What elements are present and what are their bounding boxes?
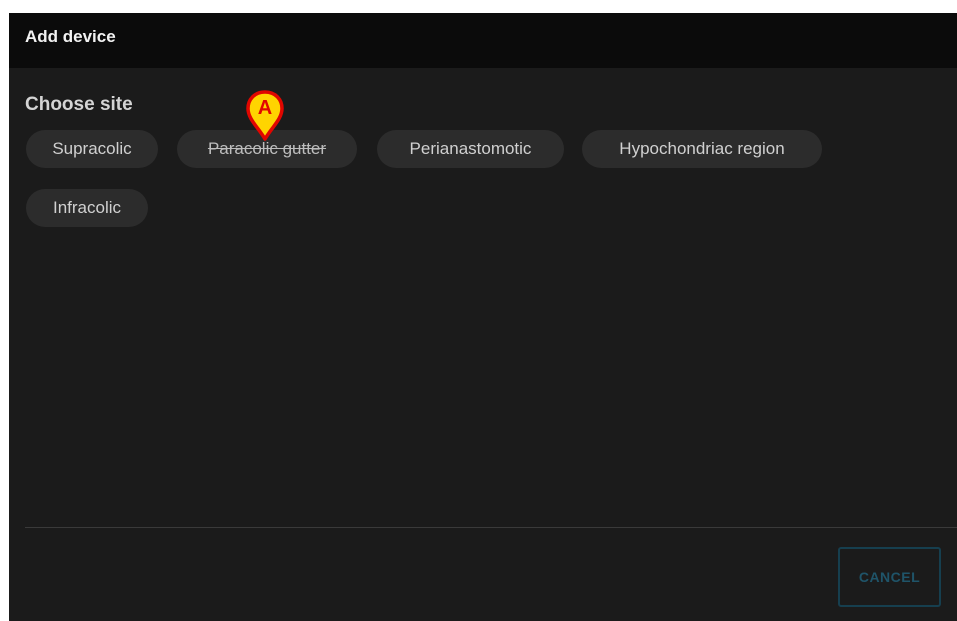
dialog-title: Add device: [25, 27, 116, 46]
site-chip-supracolic[interactable]: Supracolic: [26, 130, 158, 168]
choose-site-heading: Choose site: [25, 94, 133, 115]
map-pin-icon: A: [246, 90, 284, 141]
marker-label: A: [258, 97, 272, 119]
dialog-header: Add device: [9, 13, 957, 68]
site-chip-hypochondriac-region[interactable]: Hypochondriac region: [582, 130, 822, 168]
add-device-dialog: Add device Choose site Supracolic Paraco…: [9, 13, 957, 621]
cancel-button[interactable]: CANCEL: [838, 547, 941, 607]
footer-divider: [25, 527, 957, 528]
site-chip-infracolic[interactable]: Infracolic: [26, 189, 148, 227]
site-chip-perianastomotic[interactable]: Perianastomotic: [377, 130, 564, 168]
